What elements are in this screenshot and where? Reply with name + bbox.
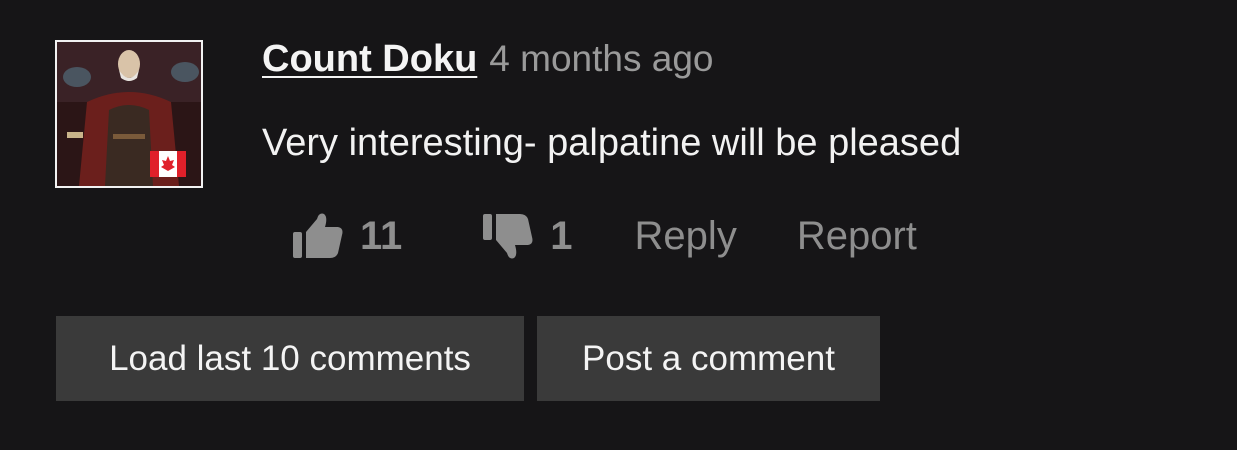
avatar-image [57, 42, 201, 186]
thumbs-up-icon [293, 213, 343, 258]
comment-actions: 11 1 Reply Report [290, 206, 917, 266]
comment-text: Very interesting- palpatine will be plea… [262, 122, 962, 164]
reply-link[interactable]: Reply [635, 214, 737, 259]
post-comment-button[interactable]: Post a comment [537, 316, 880, 401]
comment-header: Count Doku 4 months ago [262, 38, 714, 88]
load-comments-button[interactable]: Load last 10 comments [56, 316, 524, 401]
dislike-button[interactable]: 1 [480, 208, 573, 264]
report-link[interactable]: Report [797, 214, 917, 259]
thumbs-down-icon [483, 214, 533, 259]
comment-timestamp: 4 months ago [489, 38, 714, 79]
like-button[interactable]: 11 [290, 208, 402, 264]
username-link[interactable]: Count Doku [262, 38, 477, 81]
like-count: 11 [360, 213, 403, 258]
avatar[interactable] [55, 40, 203, 188]
comment-section: Count Doku 4 months ago Very interesting… [0, 0, 1237, 450]
dislike-count: 1 [550, 213, 573, 258]
